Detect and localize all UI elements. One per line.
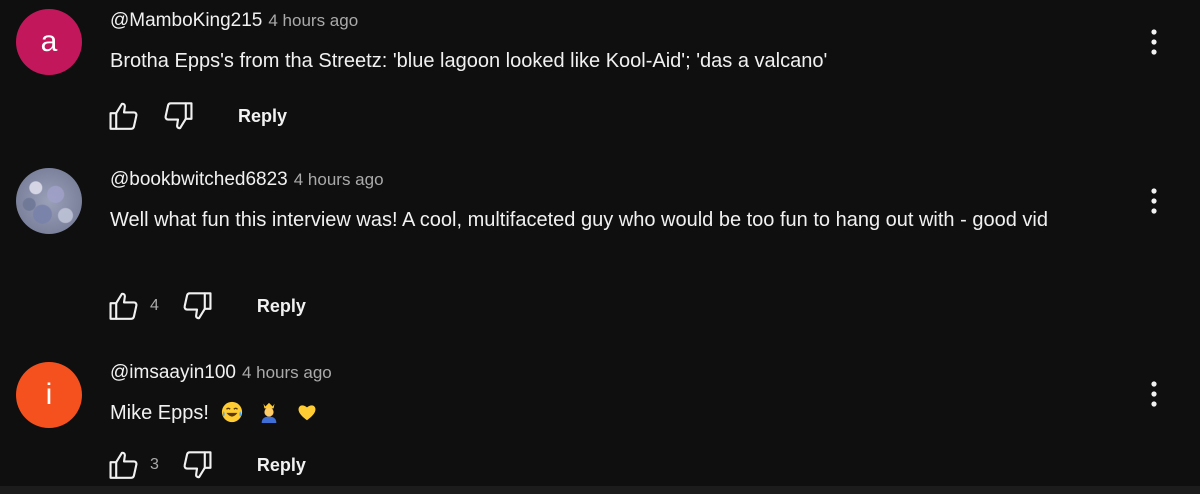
like-button[interactable] <box>104 96 144 136</box>
comment-text: Brotha Epps's from tha Streetz: 'blue la… <box>110 50 828 72</box>
avatar-letter: i <box>45 378 53 411</box>
comment-author[interactable]: @MamboKing215 <box>110 10 262 31</box>
like-count: 4 <box>150 297 159 314</box>
comment-menu-button[interactable] <box>1136 183 1172 219</box>
comment-timestamp[interactable]: 4 hours ago <box>294 170 384 189</box>
comment-header: @imsaayin100 4 hours ago <box>110 362 332 384</box>
dislike-button[interactable] <box>177 286 217 326</box>
avatar-letter: a <box>40 25 58 58</box>
more-vertical-icon <box>1151 188 1157 214</box>
reply-button[interactable]: Reply <box>224 98 301 135</box>
comment-text-body: Mike Epps! <box>110 402 209 424</box>
thumbs-up-icon <box>109 292 138 320</box>
reply-button[interactable]: Reply <box>243 447 320 484</box>
comment-header: @bookbwitched6823 4 hours ago <box>110 169 384 191</box>
comment-timestamp[interactable]: 4 hours ago <box>268 11 358 30</box>
like-button[interactable] <box>104 445 144 485</box>
more-vertical-icon <box>1151 381 1157 407</box>
avatar[interactable] <box>16 168 82 234</box>
like-count: 3 <box>150 456 159 473</box>
comment-text: Well what fun this interview was! A cool… <box>110 209 1048 231</box>
thumbs-down-icon <box>164 102 193 130</box>
bottom-divider <box>0 486 1200 494</box>
comment-actions: 3 Reply <box>104 445 320 485</box>
avatar[interactable]: a <box>16 9 82 75</box>
comment-menu-button[interactable] <box>1136 376 1172 412</box>
thumbs-up-icon <box>109 102 138 130</box>
comment-actions: Reply <box>104 96 301 136</box>
comment-timestamp[interactable]: 4 hours ago <box>242 363 332 382</box>
avatar[interactable]: i <box>16 362 82 428</box>
like-button[interactable] <box>104 286 144 326</box>
comment-menu-button[interactable] <box>1136 24 1172 60</box>
comment-text: Mike Epps! <box>110 396 1125 430</box>
yellow-heart-emoji <box>298 405 316 421</box>
thumbs-down-icon <box>183 451 212 479</box>
tears-of-joy-emoji <box>221 401 242 423</box>
comment-author[interactable]: @imsaayin100 <box>110 362 236 383</box>
dislike-button[interactable] <box>177 445 217 485</box>
reply-button[interactable]: Reply <box>243 288 320 325</box>
thumbs-up-icon <box>109 451 138 479</box>
dislike-button[interactable] <box>158 96 198 136</box>
comment-author[interactable]: @bookbwitched6823 <box>110 169 288 190</box>
comment-actions: 4 Reply <box>104 286 320 326</box>
thumbs-down-icon <box>183 292 212 320</box>
more-vertical-icon <box>1151 29 1157 55</box>
person-with-crown-emoji <box>261 402 277 423</box>
comment-header: @MamboKing215 4 hours ago <box>110 10 358 32</box>
